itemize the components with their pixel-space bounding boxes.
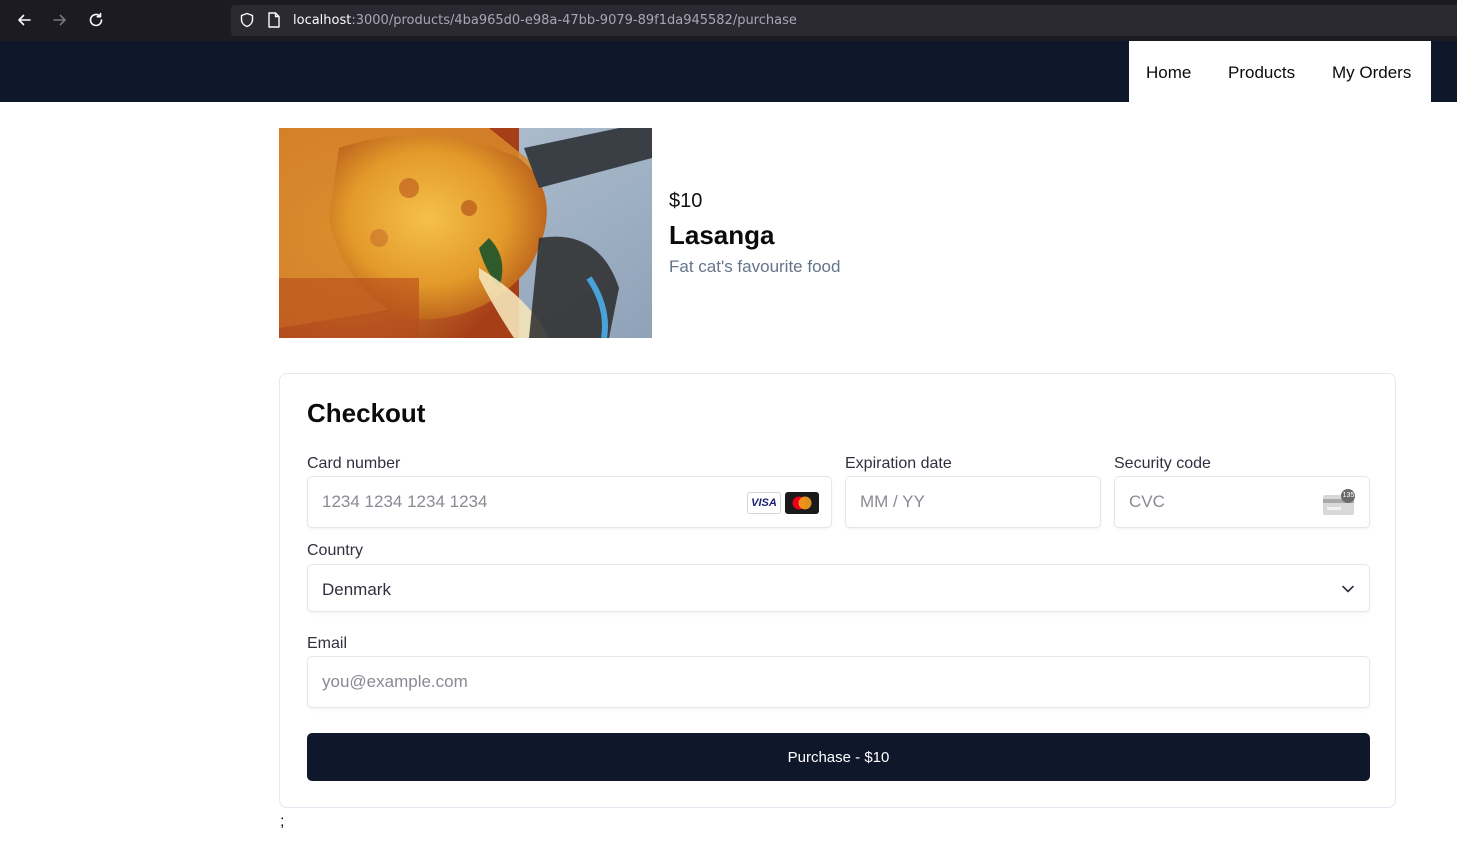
reload-button[interactable] <box>84 8 108 32</box>
nav-my-orders[interactable]: My Orders <box>1332 63 1411 83</box>
arrow-left-icon <box>18 14 31 26</box>
expiration-label: Expiration date <box>845 455 952 472</box>
expiration-field[interactable] <box>845 476 1101 528</box>
product-price: $10 <box>669 190 703 212</box>
forward-button[interactable] <box>48 8 72 32</box>
country-label: Country <box>307 542 364 559</box>
country-value: Denmark <box>322 580 391 599</box>
card-number-label: Card number <box>307 455 401 472</box>
product-image <box>279 128 652 338</box>
shield-icon[interactable] <box>239 12 255 28</box>
page-icon[interactable] <box>267 12 281 28</box>
cvc-badge-text: 135 <box>1342 492 1355 499</box>
security-code-label: Security code <box>1114 455 1211 472</box>
chevron-down-icon <box>1342 585 1354 593</box>
url-host: localhost <box>293 13 352 28</box>
card-number-field[interactable]: VISA <box>307 476 832 528</box>
nav-products[interactable]: Products <box>1228 63 1295 83</box>
security-code-field[interactable]: 135 <box>1114 476 1370 528</box>
main-nav: Home Products My Orders <box>1129 41 1431 102</box>
url-text[interactable]: localhost:3000/products/4ba965d0-e98a-47… <box>293 13 797 28</box>
product-description: Fat cat's favourite food <box>669 257 841 276</box>
visa-icon: VISA <box>747 492 781 514</box>
app-header: Home Products My Orders <box>0 41 1457 102</box>
checkout-title: Checkout <box>307 398 426 428</box>
visa-text: VISA <box>751 497 777 509</box>
address-bar[interactable]: localhost:3000/products/4ba965d0-e98a-47… <box>231 5 1457 36</box>
email-input[interactable] <box>308 657 1369 707</box>
nav-home[interactable]: Home <box>1146 63 1191 83</box>
reload-icon <box>89 12 103 27</box>
arrow-right-icon <box>53 14 66 26</box>
back-button[interactable] <box>12 8 36 32</box>
product-name: Lasanga <box>669 220 775 250</box>
stray-text: ; <box>280 813 285 830</box>
mastercard-icon <box>785 492 819 514</box>
browser-toolbar: localhost:3000/products/4ba965d0-e98a-47… <box>0 0 1457 41</box>
url-path: :3000/products/4ba965d0-e98a-47bb-9079-8… <box>351 13 797 28</box>
purchase-button[interactable]: Purchase - $10 <box>307 733 1370 781</box>
cvc-card-icon: 135 <box>1322 489 1358 517</box>
checkout-card: Checkout Card number VISA Expiration dat… <box>279 373 1396 808</box>
expiration-input[interactable] <box>846 477 1100 527</box>
email-field[interactable] <box>307 656 1370 708</box>
country-select[interactable]: Denmark <box>307 564 1370 612</box>
email-label: Email <box>307 635 348 652</box>
